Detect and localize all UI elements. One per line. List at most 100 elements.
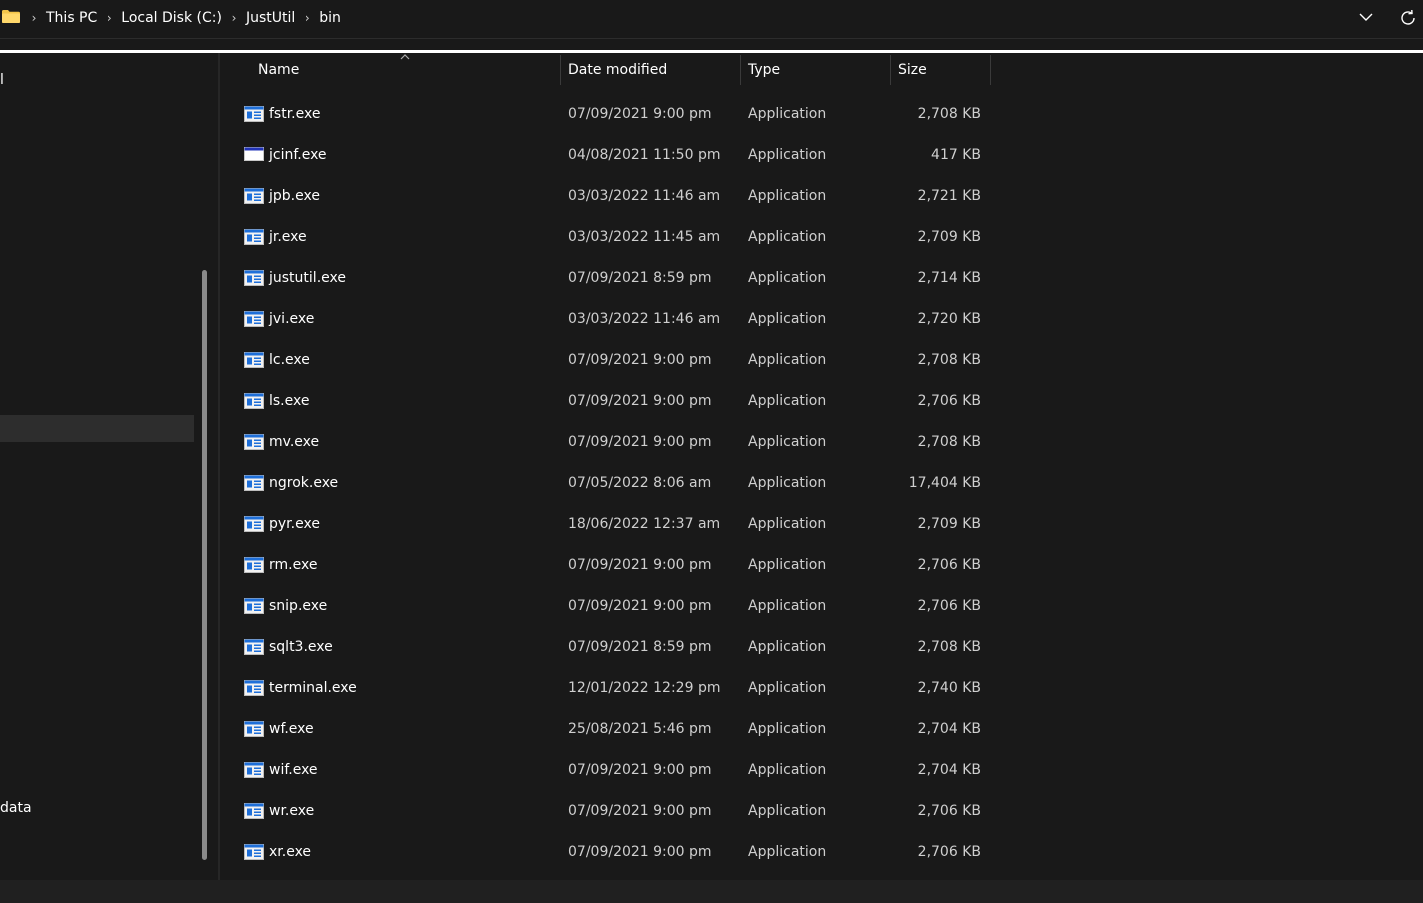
file-type: Application: [748, 393, 827, 409]
file-size: 2,706 KB: [917, 803, 981, 819]
exe-icon: [244, 393, 264, 410]
breadcrumb-item[interactable]: This PC: [46, 10, 97, 26]
file-size: 2,709 KB: [917, 229, 981, 245]
file-type: Application: [748, 229, 827, 245]
table-row[interactable]: wif.exe 07/09/2021 9:00 pm Application 2,70…: [220, 750, 990, 791]
file-date: 18/06/2022 12:37 am: [568, 516, 721, 532]
file-date: 07/09/2021 8:59 pm: [568, 639, 712, 655]
file-name: snip.exe: [269, 598, 328, 614]
navigation-pane[interactable]: l data: [0, 53, 218, 903]
file-type: Application: [748, 270, 827, 286]
table-row[interactable]: ngrok.exe 07/05/2022 8:06 am Application 17…: [220, 463, 990, 504]
column-separator[interactable]: [740, 55, 741, 85]
file-size: 2,704 KB: [917, 721, 981, 737]
table-row[interactable]: terminal.exe 12/01/2022 12:29 pm Applicati…: [220, 668, 990, 709]
table-row[interactable]: lc.exe 07/09/2021 9:00 pm Application 2,708…: [220, 340, 990, 381]
column-separator[interactable]: [990, 55, 991, 85]
file-size: 2,706 KB: [917, 844, 981, 860]
file-date: 07/09/2021 9:00 pm: [568, 598, 712, 614]
table-row[interactable]: rm.exe 07/09/2021 9:00 pm Application 2,706…: [220, 545, 990, 586]
file-date: 03/03/2022 11:46 am: [568, 311, 721, 327]
table-row[interactable]: fstr.exe 07/09/2021 9:00 pm Application 2,7…: [220, 94, 990, 135]
file-list-pane: Name Date modified Type Size fp.exe07/09…: [220, 53, 1423, 880]
file-date: 07/09/2021 9:00 pm: [568, 106, 712, 122]
table-row[interactable]: xr.exe 07/09/2021 9:00 pm Application 2,706…: [220, 832, 990, 873]
chevron-right-icon[interactable]: ›: [295, 11, 319, 25]
nav-scrollbar[interactable]: [202, 270, 207, 860]
column-header-row: Name Date modified Type Size: [220, 53, 991, 87]
column-header-name[interactable]: Name: [258, 53, 560, 87]
file-type: Application: [748, 680, 827, 696]
file-size: 17,404 KB: [908, 475, 981, 491]
chevron-right-icon[interactable]: ›: [222, 11, 246, 25]
file-size: 2,740 KB: [917, 680, 981, 696]
file-type: Application: [748, 475, 827, 491]
exe-icon: [244, 188, 264, 205]
file-name: justutil.exe: [269, 270, 346, 286]
file-date: 07/09/2021 8:59 pm: [568, 270, 712, 286]
file-date: 07/09/2021 9:00 pm: [568, 393, 712, 409]
breadcrumb-item[interactable]: Local Disk (C:): [121, 10, 222, 26]
file-date: 07/09/2021 9:00 pm: [568, 352, 712, 368]
table-row[interactable]: ls.exe 07/09/2021 9:00 pm Application 2,706…: [220, 381, 990, 422]
file-size: 2,714 KB: [917, 270, 981, 286]
file-type: Application: [748, 639, 827, 655]
nav-item-partial[interactable]: l: [0, 72, 4, 88]
table-row[interactable]: snip.exe 07/09/2021 9:00 pm Application 2,7…: [220, 586, 990, 627]
file-size: 2,706 KB: [917, 393, 981, 409]
table-row[interactable]: mv.exe 07/09/2021 9:00 pm Application 2,708…: [220, 422, 990, 463]
exe-icon: [244, 721, 264, 738]
file-type: Application: [748, 147, 827, 163]
file-date: 03/03/2022 11:45 am: [568, 229, 721, 245]
table-row[interactable]: wr.exe 07/09/2021 9:00 pm Application 2,706…: [220, 791, 990, 832]
table-row[interactable]: jr.exe 03/03/2022 11:45 am Application 2,70…: [220, 217, 990, 258]
file-date: 07/09/2021 9:00 pm: [568, 762, 712, 778]
table-row[interactable]: jpb.exe 03/03/2022 11:46 am Application 2,7…: [220, 176, 990, 217]
file-type: Application: [748, 434, 827, 450]
file-name: ls.exe: [269, 393, 310, 409]
file-type: Application: [748, 557, 827, 573]
breadcrumb-item[interactable]: JustUtil: [246, 10, 295, 26]
exe-icon: [244, 311, 264, 328]
file-date: 04/08/2021 11:50 pm: [568, 147, 721, 163]
column-separator[interactable]: [890, 55, 891, 85]
table-row[interactable]: sqlt3.exe 07/09/2021 8:59 pm Application 2,…: [220, 627, 990, 668]
table-row[interactable]: jcinf.exe 04/08/2021 11:50 pm Application 4…: [220, 135, 990, 176]
breadcrumb: › This PC › Local Disk (C:) › JustUtil › bin: [22, 0, 341, 36]
file-name: lc.exe: [269, 352, 310, 368]
file-type: Application: [748, 721, 827, 737]
file-size: 2,708 KB: [917, 352, 981, 368]
exe-icon: [244, 516, 264, 533]
file-name: jpb.exe: [269, 188, 320, 204]
file-date: 07/09/2021 9:00 pm: [568, 434, 712, 450]
exe-icon: [244, 229, 264, 246]
column-header-type[interactable]: Type: [748, 53, 890, 87]
chevron-right-icon[interactable]: ›: [22, 11, 46, 25]
file-size: 2,708 KB: [917, 639, 981, 655]
table-row[interactable]: justutil.exe 07/09/2021 8:59 pm Applicatio…: [220, 258, 990, 299]
address-bar[interactable]: › This PC › Local Disk (C:) › JustUtil › bin: [0, 0, 1423, 38]
nav-item-partial-bottom[interactable]: data: [0, 800, 32, 816]
exe-icon: [244, 803, 264, 820]
column-separator[interactable]: [560, 55, 561, 85]
file-list: fp.exe07/09/2021 9:00 pmApplication2,707…: [220, 84, 1423, 873]
column-header-date[interactable]: Date modified: [568, 53, 740, 87]
file-name: wf.exe: [269, 721, 314, 737]
table-row[interactable]: wf.exe 25/08/2021 5:46 pm Application 2,704…: [220, 709, 990, 750]
breadcrumb-item[interactable]: bin: [319, 10, 341, 26]
file-name: jcinf.exe: [269, 147, 327, 163]
table-row[interactable]: pyr.exe 18/06/2022 12:37 am Application 2,7…: [220, 504, 990, 545]
exe-icon: [244, 434, 264, 451]
folder-icon: [2, 10, 20, 23]
table-row[interactable]: jvi.exe 03/03/2022 11:46 am Application 2,7…: [220, 299, 990, 340]
file-date: 07/09/2021 9:00 pm: [568, 557, 712, 573]
nav-item-selected[interactable]: [0, 415, 194, 442]
chevron-right-icon[interactable]: ›: [97, 11, 121, 25]
refresh-icon[interactable]: [1399, 9, 1417, 27]
column-header-size[interactable]: Size: [898, 53, 990, 87]
file-name: rm.exe: [269, 557, 318, 573]
status-bar: [0, 880, 1423, 903]
file-size: 417 KB: [931, 147, 981, 163]
exe-icon: [244, 475, 264, 492]
chevron-down-icon[interactable]: [1358, 9, 1374, 25]
